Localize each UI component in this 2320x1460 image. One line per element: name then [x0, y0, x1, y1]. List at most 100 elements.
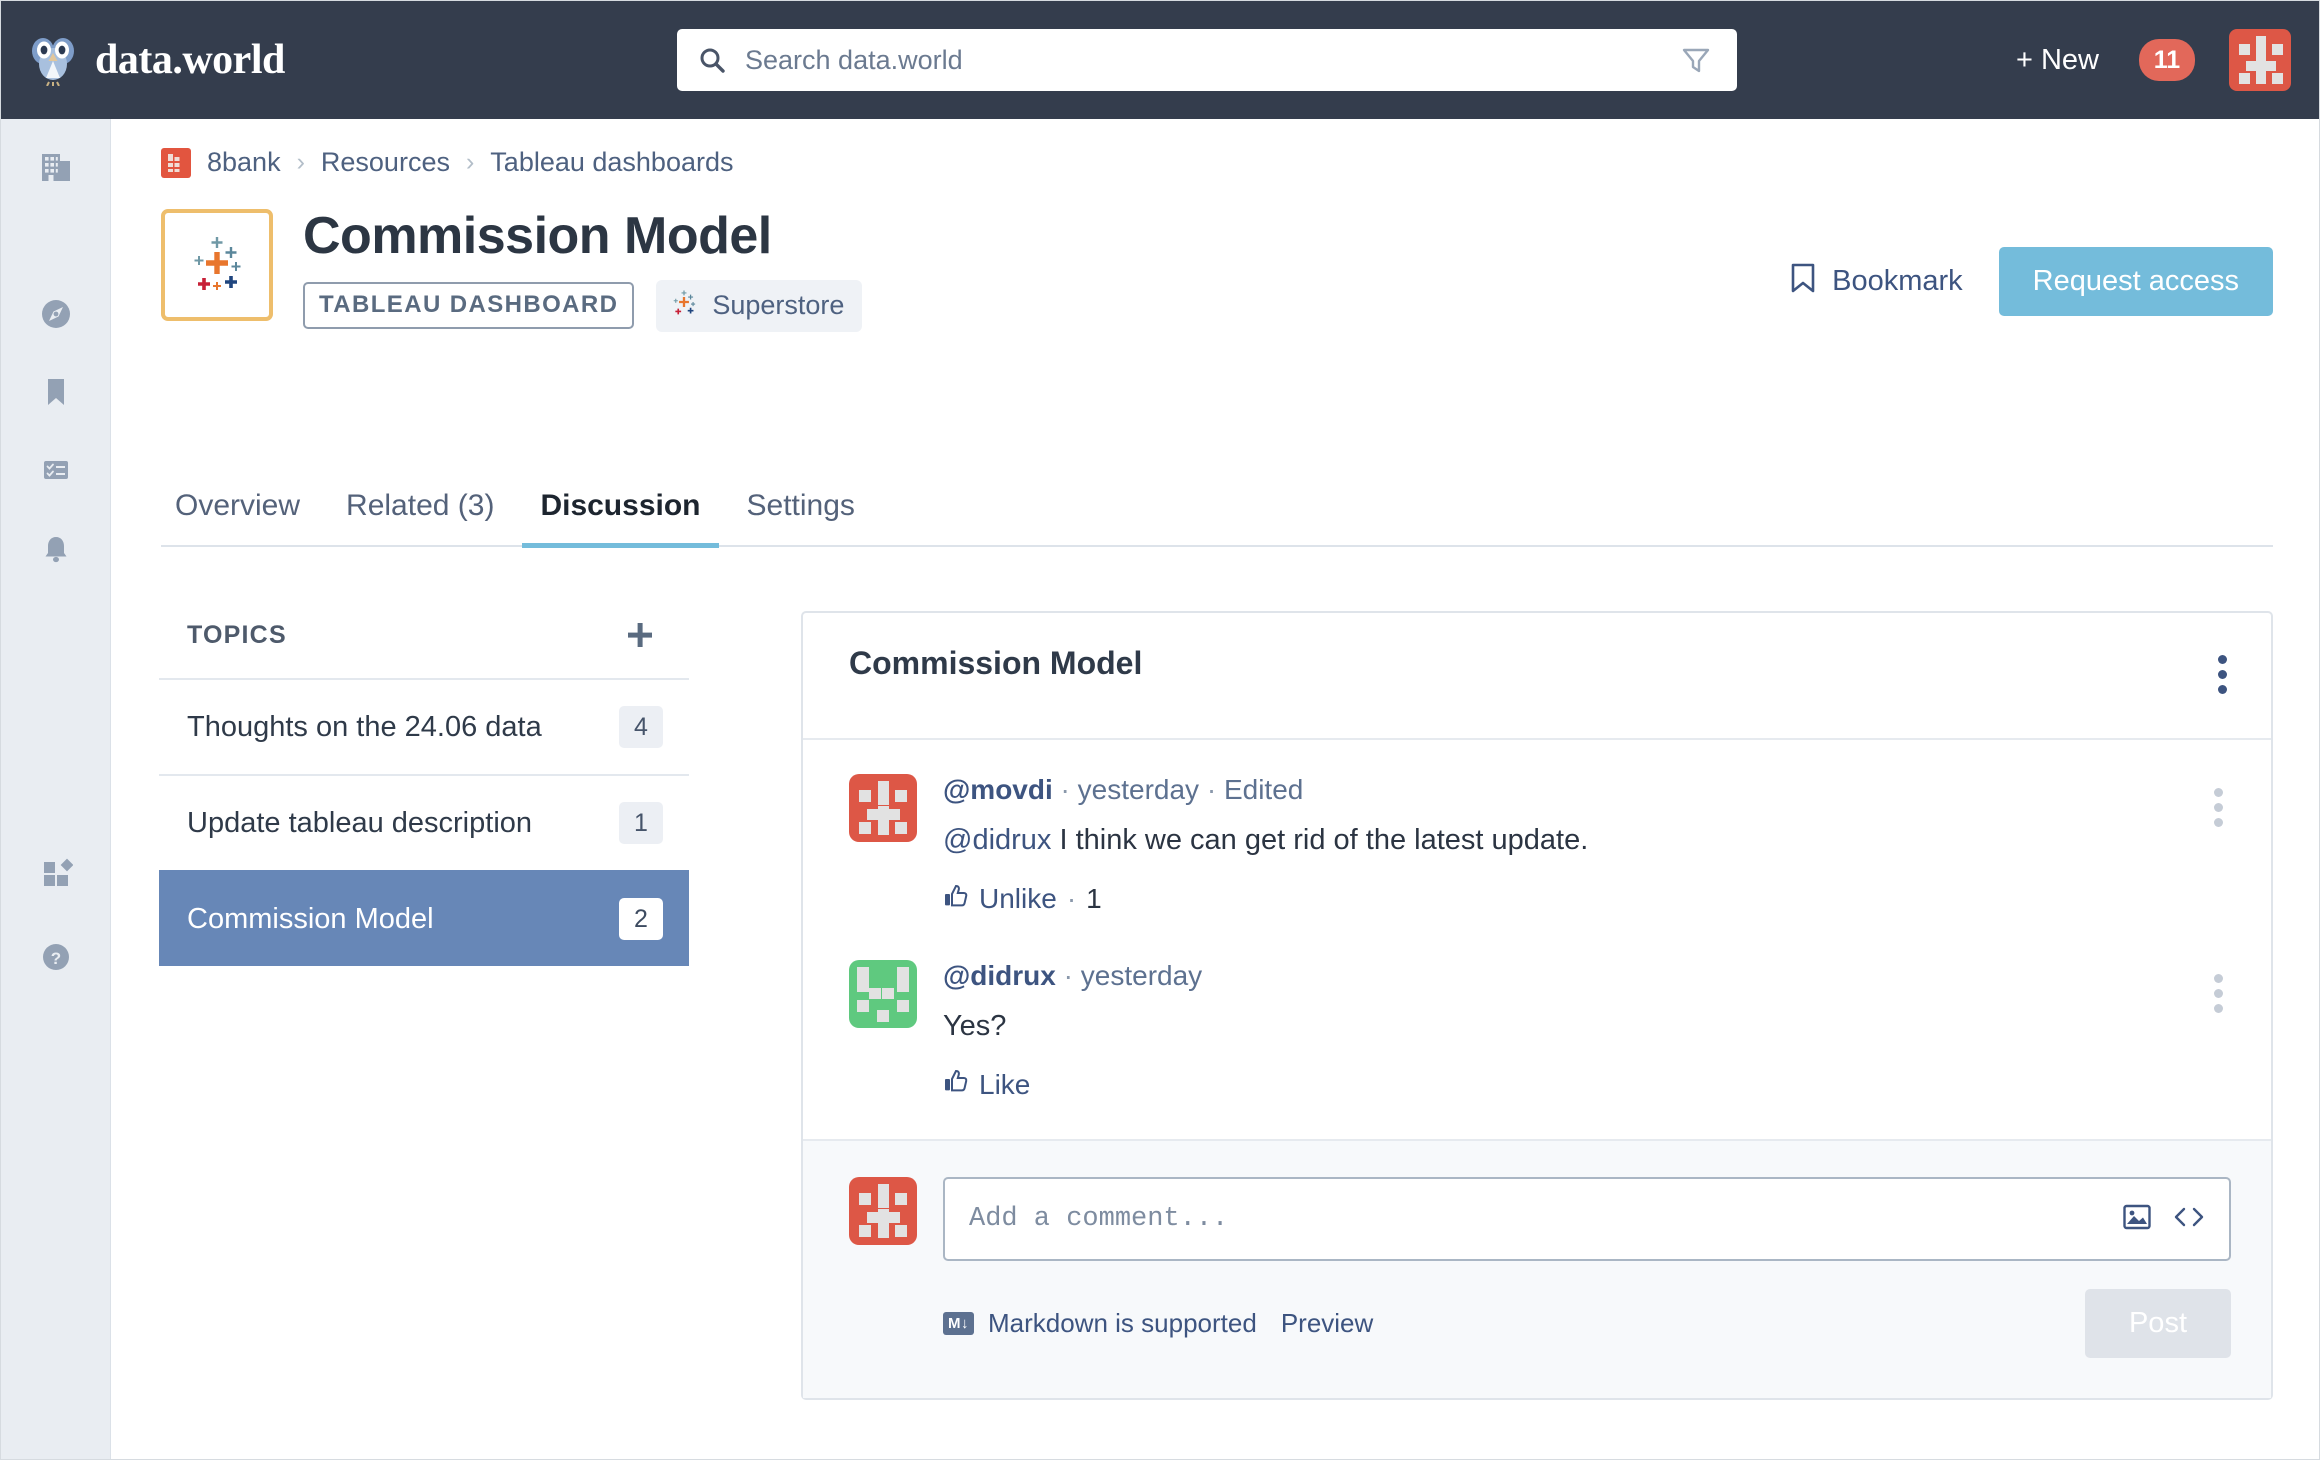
like-separator: · [1066, 883, 1077, 915]
topic-item-commission-model[interactable]: Commission Model 2 [159, 870, 689, 966]
breadcrumb-separator: › [465, 148, 475, 176]
comment-mention[interactable]: @didrux [943, 824, 1051, 856]
movdi-avatar[interactable] [849, 774, 917, 842]
topic-label: Commission Model [187, 902, 434, 935]
sidebar-item-organizations[interactable] [1, 129, 111, 209]
tableau-small-icon [670, 288, 698, 323]
comment-item: @movdi · yesterday · Edited @didrux I th… [803, 740, 2271, 926]
svg-text:?: ? [51, 949, 61, 968]
filter-icon[interactable] [1681, 45, 1711, 75]
nav-right-actions: + New 11 [2010, 1, 2291, 119]
comment-timestamp: yesterday [1077, 774, 1200, 805]
meta-separator: · [1206, 774, 1217, 805]
sidebar-item-projects[interactable] [1, 432, 111, 512]
meta-separator: · [1060, 774, 1070, 805]
unlike-button[interactable]: Unlike · 1 [943, 883, 1102, 916]
comment-input-wrapper[interactable] [943, 1177, 2231, 1262]
composer-column: M↓ Markdown is supported Preview Post [943, 1177, 2231, 1359]
brand-logo-link[interactable]: data.world [27, 34, 285, 87]
sidebar-item-notifications[interactable] [1, 511, 111, 591]
search-icon [699, 47, 725, 73]
resource-actions: Bookmark Request access [1784, 247, 2273, 316]
topic-item-thoughts-on-the-2406-data[interactable]: Thoughts on the 24.06 data 4 [159, 678, 689, 774]
comment-author[interactable]: @didrux [943, 960, 1056, 991]
comment-menu-kebab-icon[interactable] [2204, 778, 2233, 837]
tab-discussion[interactable]: Discussion [522, 489, 719, 548]
search-input[interactable] [743, 43, 1681, 77]
current-user-avatar[interactable] [849, 1177, 917, 1246]
meta-separator: · [1063, 959, 1073, 991]
bookmark-icon [1790, 263, 1816, 301]
comment-body: @movdi · yesterday · Edited @didrux I th… [943, 774, 2237, 916]
composer-footer: M↓ Markdown is supported Preview Post [943, 1289, 2231, 1359]
comment-body-text: I think we can get rid of the latest upd… [1051, 824, 1589, 856]
global-search[interactable] [677, 29, 1737, 91]
sidebar-item-help[interactable]: ? [1, 919, 111, 999]
discussion-card: Commission Model @movdi · yesterday · Ed… [801, 611, 2273, 1401]
topic-count: 4 [619, 706, 663, 748]
request-access-button[interactable]: Request access [1998, 247, 2273, 316]
user-avatar[interactable] [2229, 29, 2291, 91]
topic-count: 1 [619, 802, 663, 844]
bookmark-button[interactable]: Bookmark [1784, 262, 1969, 302]
topics-header-label: TOPICS [187, 621, 287, 649]
plus-icon [625, 615, 655, 659]
page-title: Commission Model [303, 207, 772, 265]
markdown-note: M↓ Markdown is supported Preview [943, 1308, 1373, 1339]
help-question-icon: ? [39, 940, 73, 979]
comment-body: @didrux · yesterday Yes? Like [943, 960, 2237, 1102]
source-badge[interactable]: Superstore [656, 279, 863, 332]
organizations-icon [39, 150, 73, 189]
projects-checklist-icon [39, 453, 73, 492]
tab-overview[interactable]: Overview [157, 489, 318, 548]
topic-label: Thoughts on the 24.06 data [187, 710, 542, 743]
discussion-title: Commission Model [849, 645, 1143, 681]
didrux-avatar[interactable] [849, 959, 917, 1028]
explore-compass-icon [39, 297, 73, 336]
sidebar-item-integrations[interactable] [1, 835, 111, 915]
resource-tabs: Overview Related (3) Discussion Settings [161, 489, 2273, 548]
discussion-menu-kebab-icon[interactable] [2208, 645, 2237, 704]
tab-related[interactable]: Related (3) [328, 489, 512, 548]
app-window: data.world + New 11 [0, 0, 2320, 1460]
topics-header: TOPICS [159, 597, 689, 678]
sidebar-item-explore[interactable] [1, 276, 111, 356]
notification-badge[interactable]: 11 [2139, 39, 2195, 81]
markdown-icon: M↓ [943, 1312, 974, 1336]
new-button[interactable]: + New [2010, 38, 2105, 83]
comment-meta: @didrux · yesterday [943, 960, 2237, 992]
left-rail: ? [1, 119, 111, 1459]
resource-header: Commission Model TABLEAU DASHBOARD Super… [161, 207, 863, 332]
insert-image-icon[interactable] [2123, 1204, 2151, 1235]
topics-panel: TOPICS Thoughts on the 24.06 data 4 Upda… [159, 597, 689, 966]
breadcrumb-item-org[interactable]: 8bank [207, 147, 281, 178]
markdown-note-label: Markdown is supported [988, 1308, 1257, 1339]
add-topic-button[interactable] [619, 619, 661, 652]
bookmarks-icon [39, 375, 73, 414]
breadcrumb-separator: › [296, 148, 305, 176]
sidebar-item-bookmarks[interactable] [1, 354, 111, 434]
insert-code-icon[interactable] [2173, 1205, 2205, 1234]
comment-text: @didrux I think we can get rid of the la… [943, 820, 2237, 861]
comment-edited-flag: Edited [1223, 774, 1304, 805]
breadcrumb-item-resources[interactable]: Resources [321, 147, 450, 178]
topic-item-update-tableau-description[interactable]: Update tableau description 1 [159, 774, 689, 870]
comment-timestamp: yesterday [1080, 959, 1203, 991]
breadcrumb-item-tableau-dashboards[interactable]: Tableau dashboards [490, 147, 733, 178]
owl-icon [27, 34, 79, 87]
post-button[interactable]: Post [2084, 1289, 2231, 1359]
like-label: Like [979, 1068, 1031, 1100]
composer-tools [2123, 1204, 2205, 1235]
comment-author[interactable]: @movdi [943, 774, 1053, 805]
comment-menu-kebab-icon[interactable] [2204, 964, 2233, 1023]
badge-row: TABLEAU DASHBOARD Superstore [303, 279, 863, 332]
tab-settings[interactable]: Settings [729, 489, 873, 548]
resource-type-badge: TABLEAU DASHBOARD [303, 282, 635, 330]
notifications-bell-icon [39, 532, 73, 571]
8bank-org-icon [161, 147, 191, 178]
comment-item: @didrux · yesterday Yes? Like [803, 926, 2271, 1140]
comment-input[interactable] [967, 1203, 2123, 1236]
comment-meta: @movdi · yesterday · Edited [943, 774, 2237, 806]
like-button[interactable]: Like [943, 1068, 1030, 1101]
preview-link[interactable]: Preview [1281, 1308, 1373, 1339]
